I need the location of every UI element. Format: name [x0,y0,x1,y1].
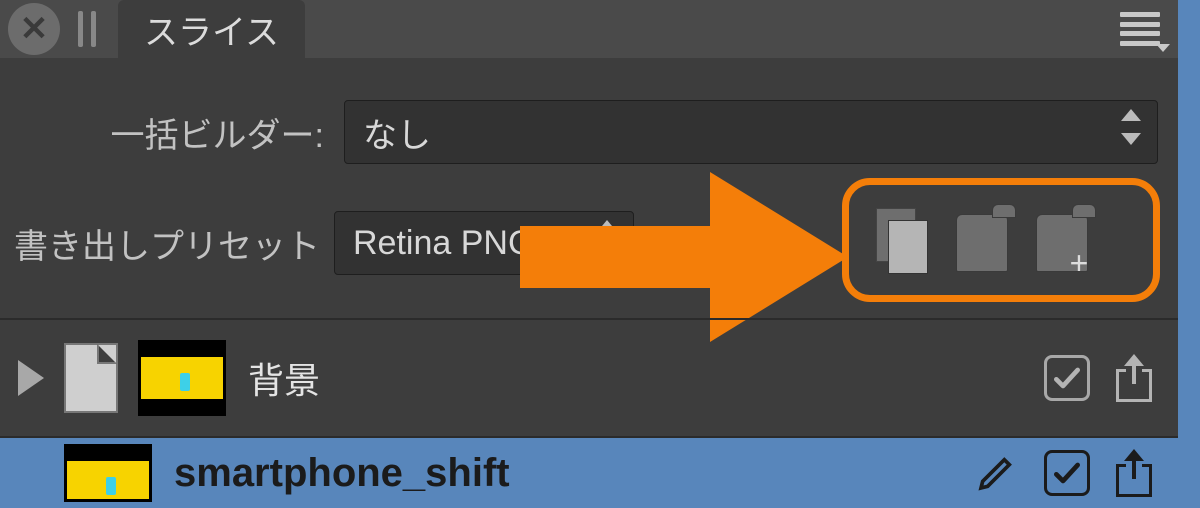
list-item[interactable]: smartphone_shift [0,438,1178,508]
builder-label: 一括ビルダー: [0,108,332,157]
panel-header: ✕ スライス [0,0,1178,58]
preset-value: Retina PNG-24 [353,224,584,263]
panel-menu-icon[interactable] [1120,12,1160,46]
export-icon[interactable] [1112,449,1156,497]
list-item-label: smartphone_shift [174,451,510,496]
selection-edge [1178,0,1200,508]
stepper-icon[interactable] [597,220,619,256]
thumbnail [64,444,152,502]
builder-value: なし [363,108,431,157]
slice-panel: ✕ スライス 一括ビルダー: なし 書き出しプリセット Retina PNG-2… [0,0,1178,508]
builder-row: 一括ビルダー: なし [0,92,1178,172]
disclosure-triangle-icon[interactable] [18,360,44,396]
list-item[interactable]: 背景 [0,320,1178,438]
stepper-icon[interactable] [1121,109,1143,145]
tab-slice[interactable]: スライス [118,0,305,58]
close-icon[interactable]: ✕ [8,3,60,55]
tab-label: スライス [144,5,279,54]
preset-label: 書き出しプリセット [0,219,320,268]
export-icon[interactable] [1112,354,1156,402]
edit-icon[interactable] [976,453,1016,493]
list-item-label: 背景 [248,352,320,404]
page-icon [64,343,118,413]
export-checkbox[interactable] [1044,355,1090,401]
builder-dropdown[interactable]: なし [344,100,1158,164]
preset-dropdown[interactable]: Retina PNG-24 [334,211,634,275]
annotation-highlight [842,178,1160,302]
slice-list: 背景 smartphone_shift [0,320,1178,508]
thumbnail [138,340,226,416]
drag-handle-icon[interactable] [78,11,96,47]
export-checkbox[interactable] [1044,450,1090,496]
